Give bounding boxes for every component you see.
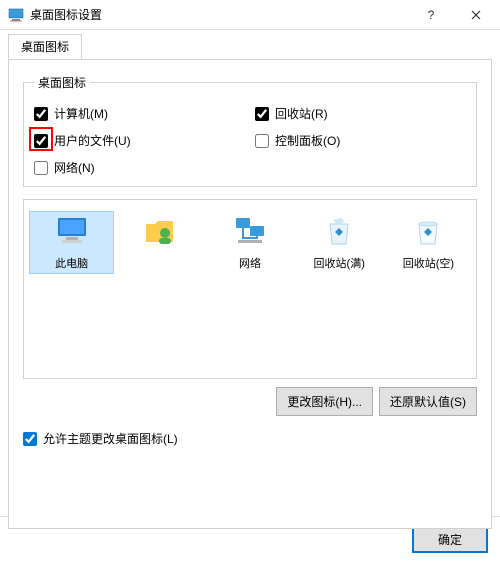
window-title: 桌面图标设置 xyxy=(30,6,408,23)
user-folder-icon xyxy=(143,214,179,250)
computer-icon xyxy=(54,214,90,250)
tab-desktop-icons[interactable]: 桌面图标 xyxy=(8,34,82,59)
help-button[interactable]: ? xyxy=(408,0,453,29)
group-legend: 桌面图标 xyxy=(34,74,90,91)
icon-network[interactable]: 网络 xyxy=(208,212,291,273)
allow-themes-checkbox[interactable] xyxy=(23,432,37,446)
app-icon xyxy=(8,7,24,23)
icon-this-pc[interactable]: 此电脑 xyxy=(29,211,114,274)
check-computer-box[interactable] xyxy=(34,107,48,121)
change-icon-button[interactable]: 更改图标(H)... xyxy=(276,387,373,416)
desktop-icons-group: 桌面图标 计算机(M) 回收站(R) 用户的文件(U) 控制面板(O) 网络 xyxy=(23,74,477,187)
icon-recycle-empty[interactable]: 回收站(空) xyxy=(387,212,470,273)
check-ctrlpanel-label: 控制面板(O) xyxy=(275,132,340,149)
titlebar: 桌面图标设置 ? xyxy=(0,0,500,30)
check-computer-label: 计算机(M) xyxy=(54,105,108,122)
check-network[interactable]: 网络(N) xyxy=(34,159,245,176)
ok-button[interactable]: 确定 xyxy=(412,526,488,553)
icon-this-pc-label: 此电脑 xyxy=(55,255,88,271)
icon-recycle-empty-label: 回收站(空) xyxy=(403,255,454,271)
icon-network-label: 网络 xyxy=(239,255,261,271)
check-network-label: 网络(N) xyxy=(54,159,95,176)
check-ctrlpanel-box[interactable] xyxy=(255,134,269,148)
icons-frame: 此电脑 网络 回收站(满) xyxy=(23,199,477,379)
check-recycle[interactable]: 回收站(R) xyxy=(255,105,466,122)
icon-user[interactable] xyxy=(119,212,202,273)
check-ctrlpanel[interactable]: 控制面板(O) xyxy=(255,132,466,149)
check-network-box[interactable] xyxy=(34,161,48,175)
close-button[interactable] xyxy=(453,0,498,29)
recycle-full-icon xyxy=(321,214,357,250)
svg-text:?: ? xyxy=(427,10,434,20)
icon-recycle-full[interactable]: 回收站(满) xyxy=(298,212,381,273)
check-recycle-label: 回收站(R) xyxy=(275,105,328,122)
allow-themes-label: 允许主题更改桌面图标(L) xyxy=(43,430,178,447)
allow-themes-row[interactable]: 允许主题更改桌面图标(L) xyxy=(23,430,477,447)
recycle-empty-icon xyxy=(410,214,446,250)
network-icon xyxy=(232,214,268,250)
check-recycle-box[interactable] xyxy=(255,107,269,121)
check-computer[interactable]: 计算机(M) xyxy=(34,105,245,122)
restore-defaults-button[interactable]: 还原默认值(S) xyxy=(379,387,477,416)
check-userdocs-label: 用户的文件(U) xyxy=(54,132,131,149)
tabstrip: 桌面图标 xyxy=(8,34,492,60)
check-userdocs-box[interactable] xyxy=(34,134,48,148)
check-userdocs[interactable]: 用户的文件(U) xyxy=(34,132,245,149)
icon-recycle-full-label: 回收站(满) xyxy=(314,255,365,271)
panel: 桌面图标 计算机(M) 回收站(R) 用户的文件(U) 控制面板(O) 网络 xyxy=(8,59,492,529)
